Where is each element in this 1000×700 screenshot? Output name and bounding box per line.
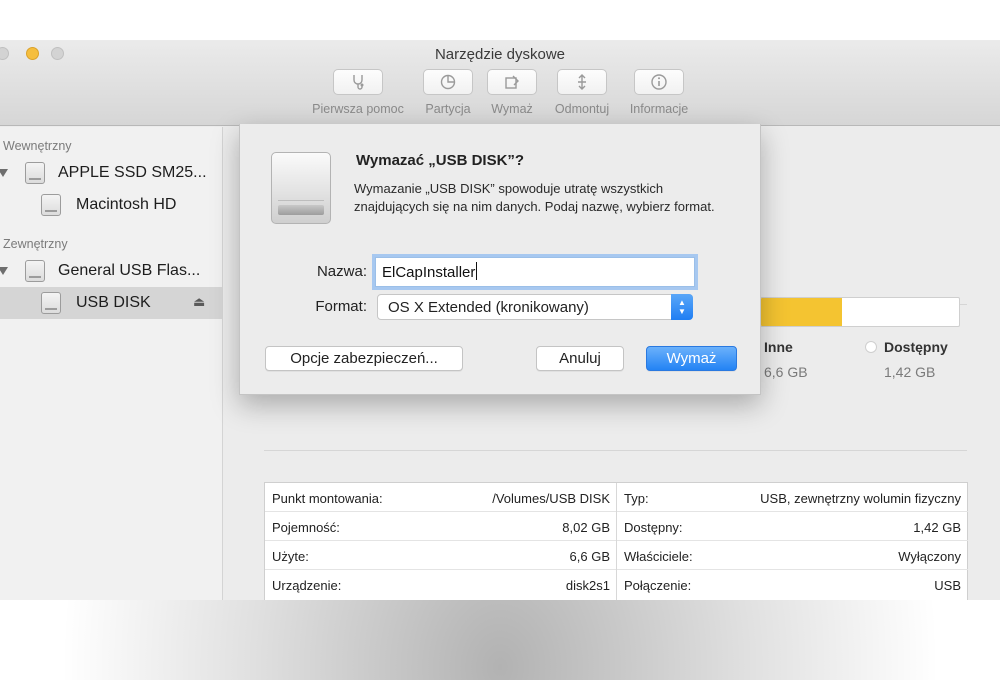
info-row: Dostępny: 1,42 GB bbox=[617, 512, 968, 541]
legend-free-value: 1,42 GB bbox=[884, 364, 936, 380]
unmount-label: Odmontuj bbox=[554, 102, 610, 116]
security-options-button[interactable]: Opcje zabezpieczeń... bbox=[265, 346, 463, 371]
name-input[interactable]: ElCapInstaller bbox=[375, 257, 695, 287]
format-select-value: OS X Extended (kronikowany) bbox=[388, 299, 589, 316]
partition-label: Partycja bbox=[425, 102, 471, 116]
info-row: Połączenie: USB bbox=[617, 570, 968, 599]
info-row: Typ: USB, zewnętrzny wolumin fizyczny bbox=[617, 483, 968, 512]
info-key: Pojemność: bbox=[272, 520, 340, 535]
stethoscope-icon bbox=[353, 75, 364, 90]
erase-button[interactable]: Wymaż bbox=[646, 346, 737, 371]
first-aid-label: Pierwsza pomoc bbox=[312, 102, 404, 116]
info-row: Użyte: 6,6 GB bbox=[265, 541, 617, 570]
disclosure-triangle-icon[interactable] bbox=[0, 267, 8, 275]
info-column-right: Typ: USB, zewnętrzny wolumin fizyczny Do… bbox=[616, 483, 968, 600]
hard-drive-icon bbox=[271, 152, 331, 224]
updown-chevron-icon: ▲ ▼ bbox=[671, 294, 693, 320]
erase-label: Wymaż bbox=[491, 102, 533, 116]
format-label: Format: bbox=[315, 298, 367, 315]
erase-dialog: Wymazać „USB DISK”? Wymazanie „USB DISK”… bbox=[239, 124, 761, 395]
divider bbox=[264, 450, 967, 451]
sidebar: Wewnętrzny APPLE SSD SM25... Macintosh H… bbox=[0, 127, 223, 600]
usage-bar-fill bbox=[761, 298, 843, 326]
external-disk-icon bbox=[25, 260, 45, 282]
info-value: 1,42 GB bbox=[913, 520, 961, 535]
text-caret bbox=[476, 262, 478, 280]
sidebar-section-internal: Wewnętrzny bbox=[3, 139, 72, 153]
first-aid-button[interactable] bbox=[333, 69, 383, 95]
sidebar-item-general-usb[interactable]: General USB Flas... bbox=[0, 255, 222, 287]
info-icon bbox=[651, 74, 667, 90]
dialog-title: Wymazać „USB DISK”? bbox=[356, 152, 525, 169]
sidebar-section-external: Zewnętrzny bbox=[3, 237, 68, 251]
sidebar-item-label: General USB Flas... bbox=[58, 262, 201, 279]
info-row: Właściciele: Wyłączony bbox=[617, 541, 968, 570]
dialog-message: Wymazanie „USB DISK” spowoduje utratę ws… bbox=[354, 181, 715, 214]
format-select[interactable]: OS X Extended (kronikowany) ▲ ▼ bbox=[377, 294, 693, 320]
disclosure-triangle-icon[interactable] bbox=[0, 169, 8, 177]
window-title: Narzędzie dyskowe bbox=[434, 46, 566, 63]
name-input-value: ElCapInstaller bbox=[382, 264, 476, 281]
internal-disk-icon bbox=[25, 162, 45, 184]
info-value: USB bbox=[934, 578, 961, 593]
unmount-button[interactable] bbox=[557, 69, 607, 95]
info-column-left: Punkt montowania: /Volumes/USB DISK Poje… bbox=[265, 483, 617, 600]
sidebar-item-usb-disk[interactable]: USB DISK ⏏ bbox=[0, 287, 222, 319]
volume-icon bbox=[41, 194, 61, 216]
info-value: USB, zewnętrzny wolumin fizyczny bbox=[760, 491, 961, 506]
volume-icon bbox=[41, 292, 61, 314]
info-value: 6,6 GB bbox=[569, 549, 610, 564]
usage-bar bbox=[760, 297, 960, 327]
sidebar-item-label: APPLE SSD SM25... bbox=[58, 164, 207, 181]
pie-icon bbox=[440, 74, 456, 90]
info-key: Urządzenie: bbox=[272, 578, 342, 593]
eject-icon[interactable]: ⏏ bbox=[193, 294, 205, 310]
info-row: Punkt montowania: /Volumes/USB DISK bbox=[265, 483, 617, 512]
titlebar: Narzędzie dyskowe Pierwsza pomoc Partycj… bbox=[0, 40, 1000, 126]
sidebar-item-label: Macintosh HD bbox=[76, 196, 177, 213]
free-legend-dot bbox=[865, 341, 877, 353]
info-value: 8,02 GB bbox=[562, 520, 610, 535]
unmount-icon bbox=[578, 74, 586, 90]
sidebar-item-macintosh-hd[interactable]: Macintosh HD bbox=[0, 189, 222, 221]
sidebar-item-label: USB DISK bbox=[76, 294, 151, 311]
info-key: Połączenie: bbox=[624, 578, 692, 593]
info-key: Punkt montowania: bbox=[272, 491, 383, 506]
info-table: Punkt montowania: /Volumes/USB DISK Poje… bbox=[264, 482, 968, 600]
info-key: Użyte: bbox=[272, 549, 309, 564]
erase-icon bbox=[505, 75, 519, 89]
sidebar-item-apple-ssd[interactable]: APPLE SSD SM25... bbox=[0, 157, 222, 189]
erase-button-toolbar[interactable] bbox=[487, 69, 537, 95]
info-row: Urządzenie: disk2s1 bbox=[265, 570, 617, 599]
partition-button[interactable] bbox=[423, 69, 473, 95]
cancel-button[interactable]: Anuluj bbox=[536, 346, 624, 371]
info-value: Wyłączony bbox=[898, 549, 961, 564]
info-key: Typ: bbox=[624, 491, 649, 506]
name-label: Nazwa: bbox=[316, 263, 367, 280]
info-button[interactable] bbox=[634, 69, 684, 95]
info-label: Informacje bbox=[629, 102, 689, 116]
legend-free-label: Dostępny bbox=[884, 339, 948, 355]
info-value: /Volumes/USB DISK bbox=[492, 491, 610, 506]
info-row: Pojemność: 8,02 GB bbox=[265, 512, 617, 541]
info-key: Właściciele: bbox=[624, 549, 693, 564]
legend-other-label: Inne bbox=[764, 339, 793, 355]
info-key: Dostępny: bbox=[624, 520, 683, 535]
legend-other-value: 6,6 GB bbox=[764, 364, 808, 380]
info-value: disk2s1 bbox=[565, 578, 610, 593]
